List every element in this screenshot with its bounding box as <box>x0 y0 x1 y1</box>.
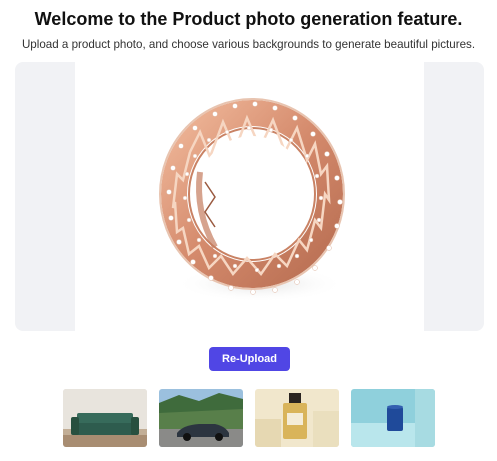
reupload-button[interactable]: Re-Upload <box>209 347 290 371</box>
ring-image <box>159 98 345 302</box>
page-subtitle: Upload a product photo, and choose vario… <box>21 38 476 51</box>
background-option-car[interactable] <box>159 389 243 447</box>
product-preview-area <box>15 62 484 331</box>
background-options <box>0 389 497 447</box>
background-option-cup[interactable] <box>351 389 435 447</box>
product-photo <box>75 62 424 331</box>
background-option-perfume[interactable] <box>255 389 339 447</box>
background-option-sofa[interactable] <box>63 389 147 447</box>
page-title: Welcome to the Product photo generation … <box>34 9 463 29</box>
